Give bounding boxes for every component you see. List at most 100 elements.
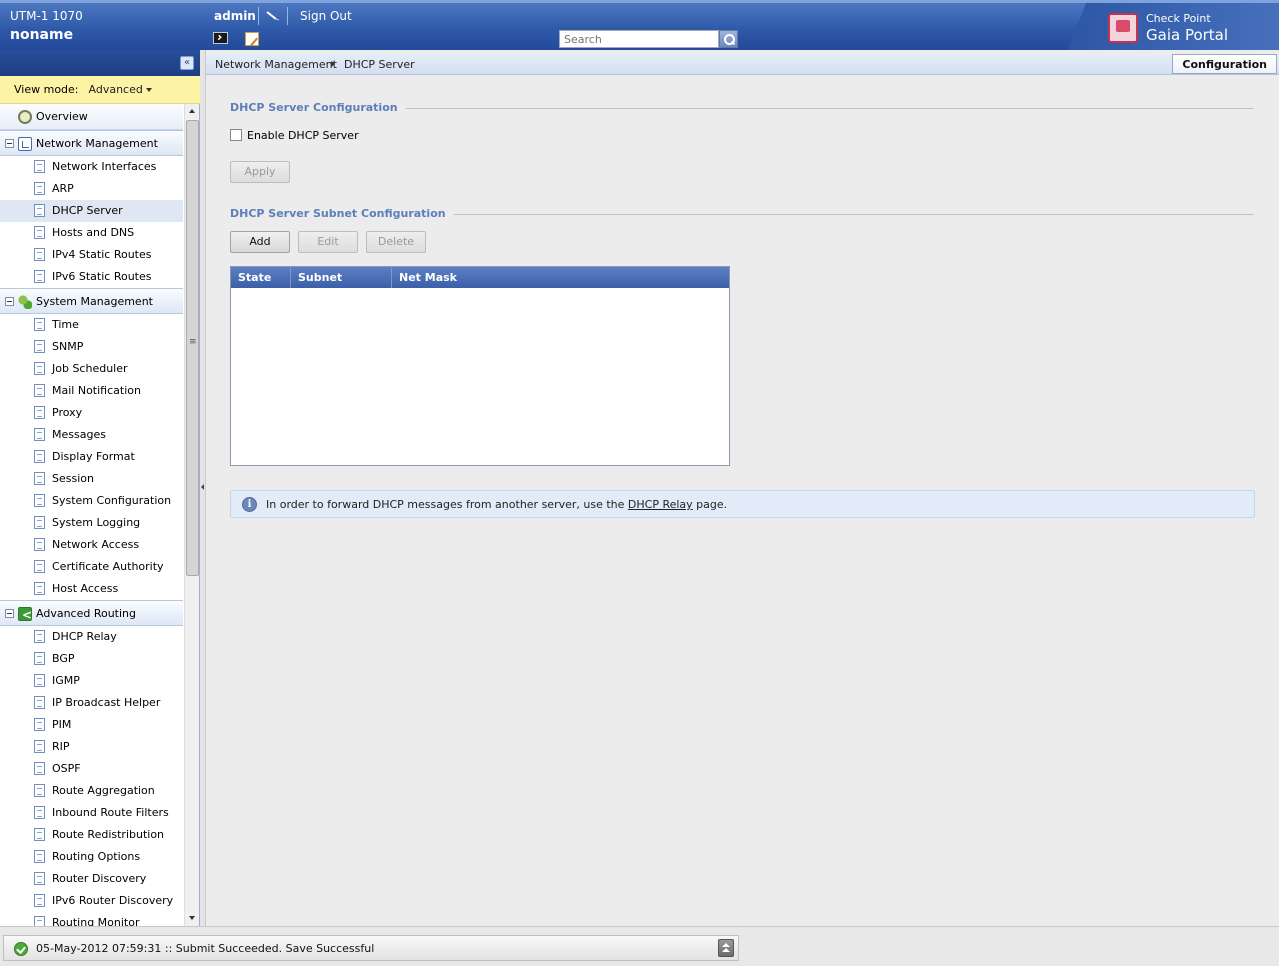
search-icon[interactable] (719, 30, 738, 48)
scroll-down-icon[interactable] (185, 910, 200, 926)
collapse-sidebar-icon[interactable]: « (180, 56, 194, 70)
system-management-icon (18, 295, 32, 309)
sidebar-item[interactable]: RIP (0, 736, 183, 758)
page-icon (34, 406, 45, 419)
column-header-netmask[interactable]: Net Mask (392, 267, 729, 288)
sidebar-item[interactable]: Inbound Route Filters (0, 802, 183, 824)
sidebar-item[interactable]: Display Format (0, 446, 183, 468)
sidebar: « View mode: Advanced Overview Network Ma… (0, 50, 200, 926)
sidebar-item-label: SNMP (52, 340, 84, 353)
delete-subnet-button[interactable]: Delete (366, 231, 426, 253)
sidebar-item[interactable]: Network Interfaces (0, 156, 183, 178)
dhcp-relay-link[interactable]: DHCP Relay (628, 498, 693, 511)
sidebar-item[interactable]: Time (0, 314, 183, 336)
info-text-after: page. (692, 498, 728, 511)
tab-configuration[interactable]: Configuration (1172, 54, 1277, 74)
sidebar-item[interactable]: BGP (0, 648, 183, 670)
sidebar-item[interactable]: IPv6 Router Discovery (0, 890, 183, 912)
view-mode-selector[interactable]: View mode: Advanced (0, 76, 200, 104)
sidebar-item-label: PIM (52, 718, 72, 731)
sidebar-item[interactable]: IPv4 Static Routes (0, 244, 183, 266)
page-icon (34, 384, 45, 397)
sidebar-item[interactable]: Session (0, 468, 183, 490)
breadcrumb-parent[interactable]: Network Management (215, 58, 337, 71)
subnet-table[interactable]: State Subnet Net Mask (230, 266, 730, 466)
sidebar-item-label: Routing Monitor (52, 916, 140, 926)
sidebar-item-label: Display Format (52, 450, 135, 463)
sidebar-item[interactable]: DHCP Server (0, 200, 183, 222)
page-icon (34, 362, 45, 375)
sidebar-item[interactable]: OSPF (0, 758, 183, 780)
sidebar-item[interactable]: IP Broadcast Helper (0, 692, 183, 714)
sidebar-item[interactable]: Network Access (0, 534, 183, 556)
sidebar-item[interactable]: Routing Monitor (0, 912, 183, 926)
notes-icon[interactable] (245, 32, 259, 46)
enable-dhcp-checkbox[interactable] (230, 129, 242, 141)
sidebar-item[interactable]: System Logging (0, 512, 183, 534)
nav-category[interactable]: System Management (0, 288, 183, 314)
sidebar-item[interactable]: Host Access (0, 578, 183, 600)
sidebar-item[interactable]: Job Scheduler (0, 358, 183, 380)
sidebar-item-label: IGMP (52, 674, 80, 687)
scrollbar-thumb[interactable] (186, 120, 199, 576)
sidebar-item-label: Proxy (52, 406, 83, 419)
sidebar-item-label: OSPF (52, 762, 81, 775)
collapse-toggle-icon[interactable] (5, 609, 14, 618)
sidebar-scrollbar[interactable] (184, 104, 199, 926)
page-icon (34, 516, 45, 529)
view-mode-value[interactable]: Advanced (89, 83, 143, 96)
sidebar-item[interactable]: IGMP (0, 670, 183, 692)
search-input[interactable] (559, 30, 719, 48)
page-icon (34, 226, 45, 239)
add-subnet-button[interactable]: Add (230, 231, 290, 253)
enable-dhcp-label[interactable]: Enable DHCP Server (247, 129, 359, 142)
sidebar-item[interactable]: Mail Notification (0, 380, 183, 402)
page-icon (34, 248, 45, 261)
edit-subnet-button[interactable]: Edit (298, 231, 358, 253)
page-icon (34, 828, 45, 841)
sidebar-item[interactable]: IPv6 Static Routes (0, 266, 183, 288)
network-management-icon (18, 137, 32, 151)
device-model: UTM-1 1070 (10, 9, 83, 23)
sidebar-item[interactable]: Proxy (0, 402, 183, 424)
main-content: DHCP Server Configuration Enable DHCP Se… (206, 76, 1279, 926)
nav-category[interactable]: Advanced Routing (0, 600, 183, 628)
sidebar-item[interactable]: SNMP (0, 336, 183, 358)
sidebar-item[interactable]: DHCP Relay (0, 626, 183, 648)
sidebar-item-label: IPv6 Router Discovery (52, 894, 174, 907)
sidebar-item-label: IPv6 Static Routes (52, 270, 152, 283)
sidebar-item[interactable]: Route Redistribution (0, 824, 183, 846)
status-text: 05-May-2012 07:59:31 :: Submit Succeeded… (36, 942, 375, 955)
status-bar: 05-May-2012 07:59:31 :: Submit Succeeded… (0, 926, 1279, 966)
nav-overview[interactable]: Overview (0, 104, 183, 130)
sidebar-item[interactable]: PIM (0, 714, 183, 736)
info-message: i In order to forward DHCP messages from… (230, 490, 1255, 518)
sidebar-item[interactable]: Routing Options (0, 846, 183, 868)
terminal-icon[interactable] (213, 32, 228, 44)
sign-out-link[interactable]: Sign Out (300, 9, 352, 23)
page-icon (34, 916, 45, 926)
sidebar-item-label: Mail Notification (52, 384, 141, 397)
scroll-up-icon[interactable] (185, 104, 200, 120)
apply-button[interactable]: Apply (230, 161, 290, 183)
column-header-state[interactable]: State (231, 267, 291, 288)
column-header-subnet[interactable]: Subnet (291, 267, 392, 288)
collapse-toggle-icon[interactable] (5, 139, 14, 148)
collapse-toggle-icon[interactable] (5, 297, 14, 306)
section-title-subnet: DHCP Server Subnet Configuration (230, 207, 454, 220)
pencil-icon[interactable] (258, 7, 288, 25)
page-icon (34, 160, 45, 173)
sidebar-item[interactable]: ARP (0, 178, 183, 200)
sidebar-item[interactable]: System Configuration (0, 490, 183, 512)
sidebar-item[interactable]: Router Discovery (0, 868, 183, 890)
expand-status-icon[interactable] (718, 939, 734, 957)
nav-category[interactable]: Network Management (0, 130, 183, 156)
page-icon (34, 894, 45, 907)
sidebar-item[interactable]: Certificate Authority (0, 556, 183, 578)
sidebar-item[interactable]: Route Aggregation (0, 780, 183, 802)
sidebar-header: « (0, 50, 200, 76)
page-icon (34, 538, 45, 551)
status-message-box: 05-May-2012 07:59:31 :: Submit Succeeded… (3, 935, 739, 961)
sidebar-item[interactable]: Hosts and DNS (0, 222, 183, 244)
sidebar-item[interactable]: Messages (0, 424, 183, 446)
